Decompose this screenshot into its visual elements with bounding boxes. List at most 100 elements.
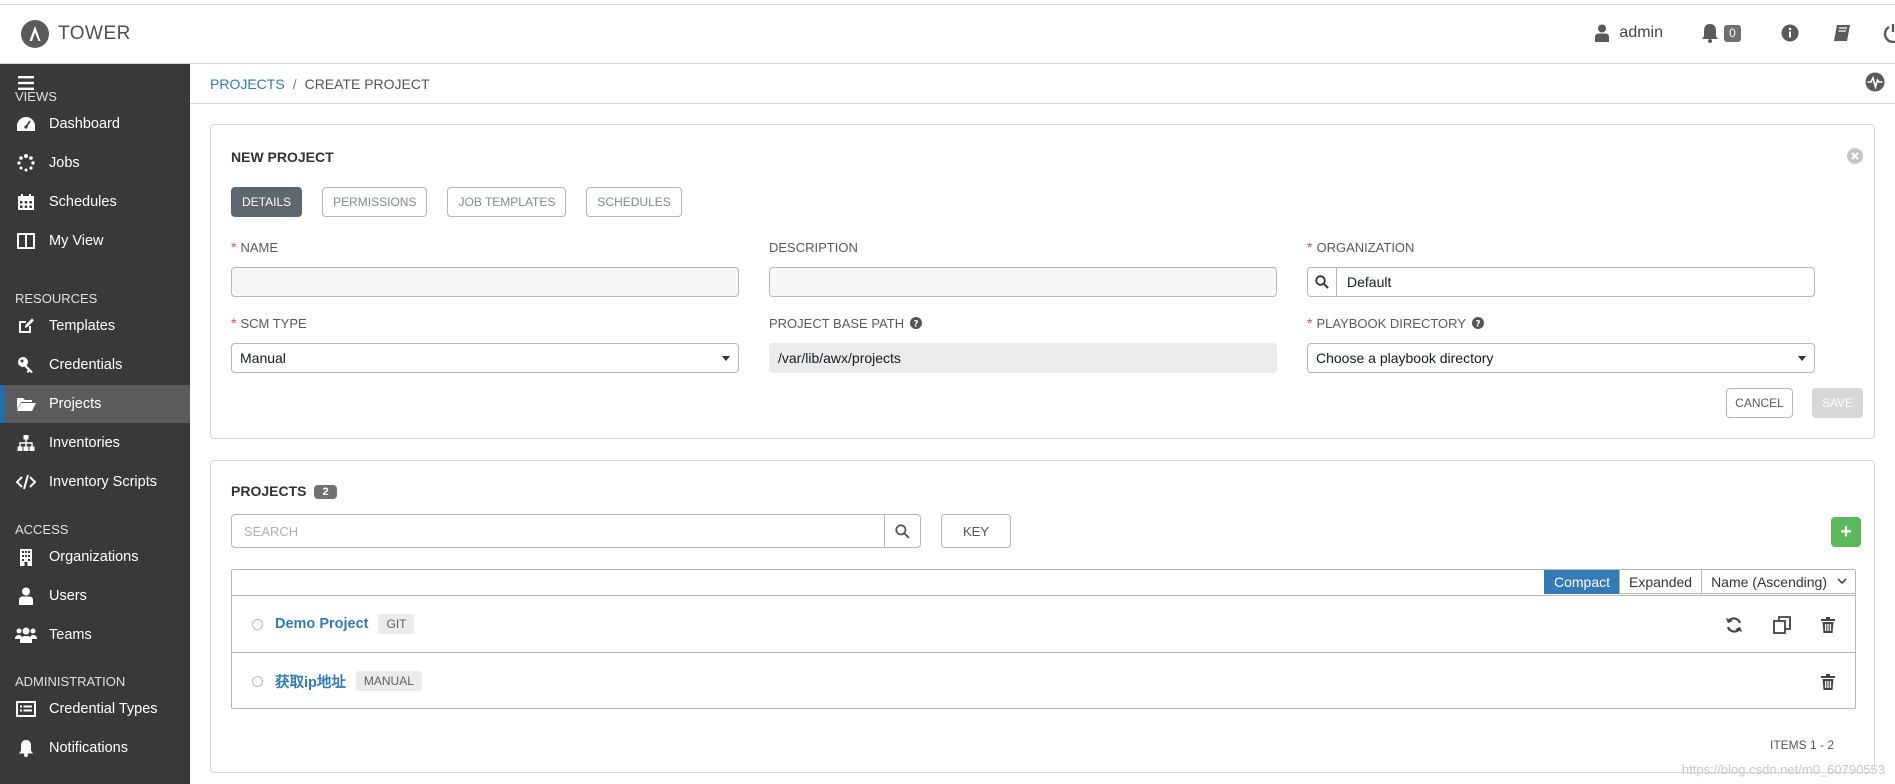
close-form-button[interactable] <box>1846 147 1864 165</box>
sidebar-item-label: Projects <box>49 396 102 412</box>
username: admin <box>1619 24 1663 41</box>
status-circle-icon <box>252 618 263 630</box>
sidebar-item-schedules[interactable]: Schedules <box>0 183 190 221</box>
playbook-directory-field-group: * PLAYBOOK DIRECTORY ? Choose a playbook … <box>1307 315 1815 373</box>
about-button[interactable] <box>1781 24 1799 42</box>
menu-toggle-button[interactable] <box>18 76 34 90</box>
tab-details[interactable]: DETAILS <box>231 187 303 217</box>
description-input[interactable] <box>769 267 1277 297</box>
sort-dropdown[interactable]: Name (Ascending) <box>1701 570 1855 594</box>
breadcrumb-bar: PROJECTS / CREATE PROJECT <box>190 64 1895 104</box>
user-menu[interactable]: admin <box>1595 24 1663 42</box>
sidebar-item-credentials[interactable]: Credentials <box>0 346 190 384</box>
organization-label: * ORGANIZATION <box>1307 239 1415 255</box>
breadcrumb: PROJECTS / CREATE PROJECT <box>210 76 430 92</box>
logout-button[interactable] <box>1883 23 1895 43</box>
sidebar-item-organizations[interactable]: Organizations <box>0 538 190 576</box>
users-icon <box>15 624 37 646</box>
form-title: NEW PROJECT <box>231 149 334 165</box>
compact-view-button[interactable]: Compact <box>1543 570 1619 594</box>
notifications-button[interactable]: 0 <box>1701 23 1741 43</box>
chevron-down-icon <box>1837 578 1847 585</box>
sidebar-item-label: My View <box>49 233 104 249</box>
base-path-field-group: PROJECT BASE PATH ? /var/lib/awx/project… <box>769 315 1277 373</box>
watermark-text: https://blog.csdn.net/m0_60790553 <box>1681 762 1885 777</box>
scm-type-tag: MANUAL <box>355 671 422 691</box>
sidebar-item-users[interactable]: Users <box>0 577 190 615</box>
sidebar-item-jobs[interactable]: Jobs <box>0 144 190 182</box>
sidebar-item-inventory-scripts[interactable]: Inventory Scripts <box>0 463 190 501</box>
save-button[interactable]: SAVE <box>1812 388 1863 418</box>
search-input[interactable]: SEARCH <box>232 515 884 547</box>
sidebar-item-label: Teams <box>49 627 92 643</box>
documentation-button[interactable] <box>1833 24 1851 42</box>
tab-permissions[interactable]: PERMISSIONS <box>322 187 428 217</box>
activity-stream-button[interactable] <box>1865 72 1885 92</box>
user-icon <box>1595 24 1610 42</box>
key-button[interactable]: KEY <box>941 514 1011 548</box>
caret-down-icon <box>1798 355 1806 361</box>
search-icon <box>1315 275 1329 289</box>
project-name-link[interactable]: 获取ip地址 <box>275 671 346 692</box>
items-count: ITEMS 1 - 2 <box>1769 738 1834 752</box>
sidebar-item-templates[interactable]: Templates <box>0 307 190 345</box>
question-circle-icon[interactable]: ? <box>1472 317 1484 329</box>
name-input[interactable] <box>231 267 739 297</box>
projects-count-badge: 2 <box>314 485 337 500</box>
new-project-card: NEW PROJECT DETAILS PERMISSIONS JOB TEMP… <box>210 124 1875 439</box>
cancel-button[interactable]: CANCEL <box>1726 388 1793 418</box>
required-asterisk: * <box>231 315 237 331</box>
question-circle-icon[interactable]: ? <box>910 317 923 329</box>
playbook-directory-label: * PLAYBOOK DIRECTORY ? <box>1307 315 1815 331</box>
search-button[interactable] <box>884 515 920 547</box>
sidebar-item-my-view[interactable]: My View <box>0 222 190 260</box>
section-administration: ADMINISTRATION <box>15 674 126 689</box>
copy-button[interactable] <box>1773 615 1791 634</box>
breadcrumb-current: CREATE PROJECT <box>304 76 430 92</box>
scm-type-select[interactable]: Manual <box>231 343 739 373</box>
sidebar-item-label: Jobs <box>49 155 80 171</box>
search-box: SEARCH <box>231 514 921 548</box>
tab-schedules[interactable]: SCHEDULES <box>586 187 682 217</box>
close-circle-icon <box>1847 148 1863 164</box>
breadcrumb-projects-link[interactable]: PROJECTS <box>210 76 285 92</box>
list-item: Demo Project GIT <box>232 595 1855 652</box>
scm-type-tag: GIT <box>378 614 415 634</box>
sidebar: VIEWS Dashboard Jobs Schedules My View R… <box>0 64 190 784</box>
playbook-directory-select[interactable]: Choose a playbook directory <box>1307 343 1815 373</box>
copy-icon <box>1773 615 1791 634</box>
delete-button[interactable] <box>1821 616 1835 633</box>
project-name-link[interactable]: Demo Project <box>275 616 368 632</box>
sidebar-item-notifications[interactable]: Notifications <box>0 729 190 767</box>
sidebar-item-projects[interactable]: Projects <box>0 385 190 423</box>
key-icon <box>15 354 37 376</box>
sidebar-item-inventories[interactable]: Inventories <box>0 424 190 462</box>
sidebar-item-label: Notifications <box>49 740 128 756</box>
book-icon <box>1834 25 1850 41</box>
tower-logo[interactable]: TOWER <box>20 19 131 49</box>
bell-icon <box>15 737 37 759</box>
scm-type-field-group: * SCM TYPE Manual <box>231 315 739 373</box>
refresh-icon <box>1726 616 1742 633</box>
search-icon <box>895 523 910 539</box>
ansible-logo-icon <box>21 20 49 48</box>
folder-open-icon <box>15 393 37 415</box>
sidebar-item-dashboard[interactable]: Dashboard <box>0 105 190 143</box>
base-path-label: PROJECT BASE PATH ? <box>769 315 1277 331</box>
row-actions <box>1791 653 1835 710</box>
list-title: PROJECTS 2 <box>231 483 337 500</box>
add-project-button[interactable]: + <box>1831 517 1861 547</box>
sidebar-item-credential-types[interactable]: Credential Types <box>0 690 190 728</box>
section-access: ACCESS <box>15 522 69 537</box>
tab-job-templates[interactable]: JOB TEMPLATES <box>447 187 567 217</box>
expanded-view-button[interactable]: Expanded <box>1619 570 1702 594</box>
delete-button[interactable] <box>1821 673 1835 690</box>
organization-input[interactable]: Default <box>1337 268 1391 296</box>
sidebar-item-label: Credential Types <box>49 701 158 717</box>
sync-button[interactable] <box>1725 616 1743 634</box>
organization-lookup-button[interactable] <box>1308 268 1337 296</box>
trash-icon <box>1821 673 1835 690</box>
list-alt-icon <box>15 698 37 720</box>
sidebar-item-teams[interactable]: Teams <box>0 616 190 654</box>
pencil-square-icon <box>15 315 37 337</box>
